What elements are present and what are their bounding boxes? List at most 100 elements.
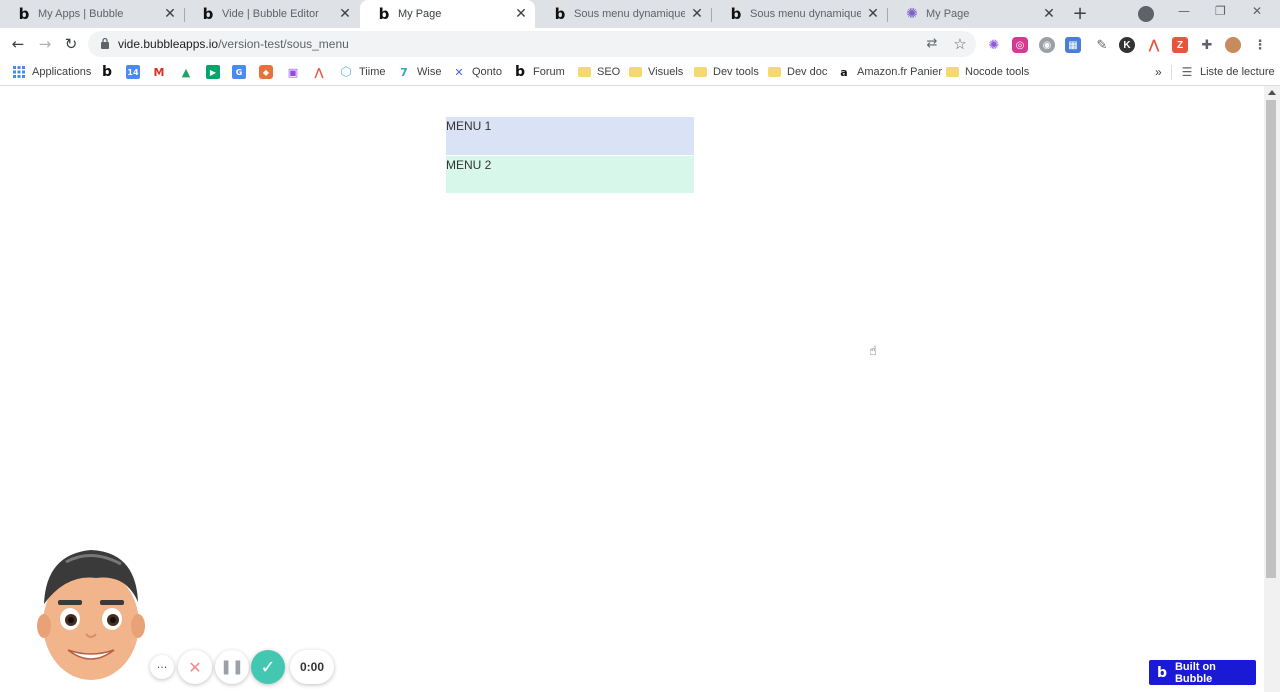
gear-flower-icon: ✺ (906, 6, 918, 22)
extension-instagram-icon[interactable]: ◎ (1012, 37, 1028, 53)
extensions-puzzle-icon[interactable]: ✚ (1199, 37, 1215, 53)
close-icon[interactable]: ✕ (162, 6, 178, 22)
built-on-bubble-badge[interactable]: b Built on Bubble (1149, 660, 1256, 685)
bookmark-gmail[interactable]: M (152, 64, 172, 80)
bookmark-qonto[interactable]: ✕ Qonto (452, 64, 502, 80)
cancel-recording-button[interactable]: ✕ (178, 650, 212, 684)
extension-circle-icon[interactable]: ◉ (1039, 37, 1055, 53)
reading-list-icon: ☰ (1181, 65, 1193, 79)
bookmark-folder-visuels[interactable]: Visuels (628, 64, 683, 80)
forward-arrow-icon[interactable]: → (36, 35, 54, 53)
pause-recording-button[interactable]: ❚❚ (215, 650, 249, 684)
profile-avatar-icon[interactable] (1225, 37, 1241, 53)
reading-list-button[interactable]: ☰ Liste de lecture (1180, 64, 1275, 80)
bookmark-orange-icon: ◆ (259, 65, 273, 79)
bookmark-orange[interactable]: ◆ (259, 64, 279, 80)
bookmark-drive[interactable]: ▲ (179, 64, 199, 80)
extension-layout-icon[interactable]: ▦ (1065, 37, 1081, 53)
bookmark-folder-nocode-tools[interactable]: Nocode tools (945, 64, 1029, 80)
extension-k-icon[interactable]: K (1119, 37, 1135, 53)
tiime-icon: ⬡ (340, 64, 352, 80)
new-tab-button[interactable]: + (1070, 5, 1090, 23)
wise-icon: 7 (400, 65, 408, 79)
tab-my-page-2[interactable]: ✺ My Page ✕ (888, 0, 1063, 28)
extension-eyedropper-icon[interactable]: ✎ (1094, 37, 1110, 53)
scroll-up-arrow-icon[interactable] (1268, 90, 1276, 95)
bubble-logo-icon: b (1156, 664, 1167, 681)
bookmark-translate[interactable]: G (232, 64, 252, 80)
folder-icon (945, 65, 959, 79)
kebab-menu-icon[interactable]: ⋮ (1252, 37, 1268, 53)
bookmark-label: Dev doc (787, 66, 828, 78)
scrollbar-thumb[interactable] (1266, 100, 1276, 578)
folder-icon (693, 65, 707, 79)
window-close-icon[interactable]: ✕ (1252, 4, 1262, 22)
finish-recording-button[interactable]: ✓ (251, 650, 285, 684)
address-bar[interactable]: vide.bubbleapps.io/version-test/sous_men… (88, 31, 976, 57)
bubble-icon: b (514, 64, 526, 80)
close-icon[interactable]: ✕ (513, 6, 529, 22)
bubble-icon: b (202, 5, 214, 23)
bookmark-amazon[interactable]: a Amazon.fr Panier (837, 64, 942, 80)
bubble-icon: b (554, 5, 566, 23)
close-icon[interactable]: ✕ (865, 6, 881, 22)
bookmark-arrow-app[interactable]: ⋀ (312, 64, 332, 80)
tab-strip: b My Apps | Bubble ✕ b Vide | Bubble Edi… (0, 0, 1280, 28)
back-arrow-icon[interactable]: ← (9, 35, 27, 53)
tab-title: Vide | Bubble Editor (222, 8, 319, 20)
translate-icon[interactable]: ⇄ (924, 36, 940, 52)
tab-sous-menu-1[interactable]: b Sous menu dynamique - Of ✕ (536, 0, 711, 28)
bookmarks-overflow-button[interactable]: » (1155, 64, 1162, 80)
bookmark-forum[interactable]: b Forum (513, 64, 565, 80)
bookmark-label: SEO (597, 66, 621, 78)
menu-2[interactable]: MENU 2 (446, 156, 694, 193)
close-icon[interactable]: ✕ (1041, 6, 1057, 22)
more-options-button[interactable]: ··· (150, 655, 174, 679)
bookmark-folder-seo[interactable]: SEO (577, 64, 620, 80)
memoji-avatar (37, 550, 145, 680)
bookmark-tiime[interactable]: ⬡ Tiime (339, 64, 385, 80)
close-icon[interactable]: ✕ (337, 6, 353, 22)
page-viewport: MENU 1 MENU 2 ☝ (0, 86, 1264, 692)
extension-arrow-icon[interactable]: ⋀ (1146, 37, 1162, 53)
bubble-icon: b (18, 5, 30, 23)
tab-title: My Page (926, 8, 970, 20)
bookmark-meet[interactable]: ▶ (206, 64, 226, 80)
restore-icon[interactable]: ❐ (1215, 4, 1226, 22)
bookmark-label: Forum (533, 66, 565, 78)
apps-grid-icon (12, 65, 26, 79)
tab-my-page-active[interactable]: b My Page ✕ (360, 0, 535, 28)
bookmark-wise[interactable]: 7 Wise (397, 64, 441, 80)
bookmark-twitch[interactable]: ▣ (286, 64, 306, 80)
tab-title: Sous menu dynamique - Of (750, 8, 861, 20)
profile-dropdown-icon[interactable] (1138, 6, 1154, 22)
bookmark-calendar[interactable]: 14 (126, 64, 146, 80)
url-text[interactable]: vide.bubbleapps.io/version-test/sous_men… (118, 37, 349, 51)
bookmark-bubble[interactable]: b (100, 64, 120, 80)
menu-1[interactable]: MENU 1 (446, 117, 694, 155)
extension-flower-icon[interactable]: ✺ (986, 37, 1002, 53)
bookmark-applications[interactable]: Applications (12, 64, 91, 80)
reload-icon[interactable]: ↻ (62, 35, 80, 53)
close-icon[interactable]: ✕ (689, 6, 705, 22)
lock-icon[interactable] (100, 37, 110, 49)
page-scrollbar[interactable] (1264, 86, 1280, 692)
minimize-icon[interactable]: — (1178, 4, 1190, 22)
tab-my-apps[interactable]: b My Apps | Bubble ✕ (0, 0, 184, 28)
tab-title: My Apps | Bubble (38, 8, 124, 20)
folder-icon (767, 65, 781, 79)
qonto-icon: ✕ (454, 65, 464, 79)
bookmark-label: Dev tools (713, 66, 759, 78)
star-bookmark-icon[interactable]: ☆ (952, 36, 968, 52)
badge-label: Built on Bubble (1174, 660, 1216, 685)
bubble-icon: b (730, 5, 742, 23)
bookmark-folder-dev-doc[interactable]: Dev doc (767, 64, 827, 80)
tab-bubble-editor[interactable]: b Vide | Bubble Editor ✕ (184, 0, 359, 28)
bubble-icon: b (101, 64, 113, 80)
bookmark-label: Qonto (472, 66, 502, 78)
tab-sous-menu-2[interactable]: b Sous menu dynamique - Of ✕ (712, 0, 887, 28)
bookmark-folder-dev-tools[interactable]: Dev tools (693, 64, 759, 80)
tab-title: Sous menu dynamique - Of (574, 8, 685, 20)
extension-vz-icon[interactable]: Z (1172, 37, 1188, 53)
hand-cursor-icon: ☝ (869, 344, 877, 359)
